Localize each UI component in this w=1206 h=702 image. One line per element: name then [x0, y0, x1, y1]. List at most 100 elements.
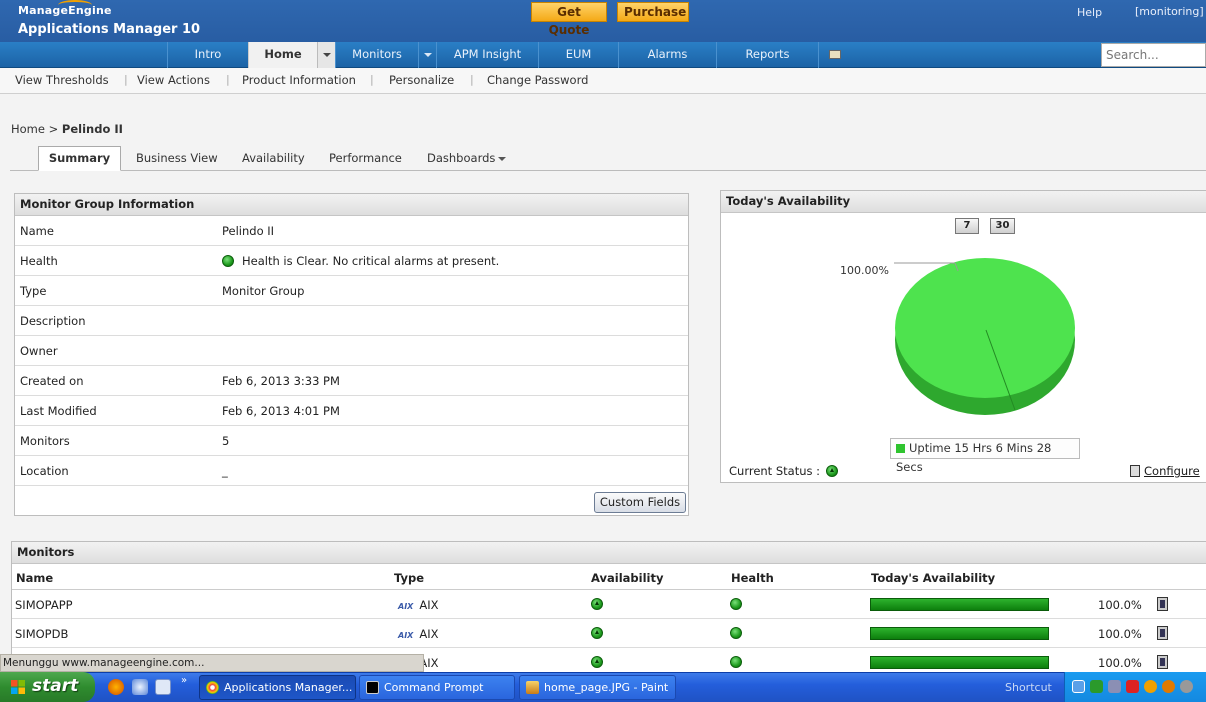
report-icon [1130, 465, 1140, 477]
main-nav: Intro Home Monitors APM Insight EUM Alar… [0, 42, 1206, 68]
view-thresholds-link[interactable]: View Thresholds [15, 73, 109, 87]
nav-eum[interactable]: EUM [538, 42, 618, 68]
task-applications-manager[interactable]: Applications Manager... [199, 675, 356, 700]
tab-performance[interactable]: Performance [329, 151, 402, 165]
info-row-location: Location _ [15, 456, 688, 486]
tab-dashboards[interactable]: Dashboards [427, 151, 507, 165]
windows-logo-icon [11, 680, 25, 694]
app-tray-icon[interactable] [1162, 680, 1175, 693]
product-information-link[interactable]: Product Information [242, 73, 356, 87]
col-header-name[interactable]: Name [16, 571, 53, 585]
purchase-button[interactable]: Purchase [617, 2, 689, 22]
monitor-name-link[interactable]: SIMOPDB [15, 627, 68, 641]
col-header-health[interactable]: Health [731, 571, 774, 585]
info-row-last-modified: Last Modified Feb 6, 2013 4:01 PM [15, 396, 688, 426]
browser-status-bar: Menunggu www.manageengine.com... [0, 654, 424, 672]
tools-icon [828, 50, 841, 59]
custom-fields-button[interactable]: Custom Fields [594, 492, 686, 513]
health-clear-icon[interactable] [730, 627, 742, 639]
monitor-type: AIX AIX [398, 598, 438, 612]
health-clear-icon [222, 255, 234, 267]
personalize-link[interactable]: Personalize [389, 73, 454, 87]
info-value: Feb 6, 2013 4:01 PM [222, 404, 340, 418]
product-name: Applications Manager 10 [18, 22, 201, 37]
quicklaunch-more-icon[interactable]: » [181, 675, 187, 686]
nav-monitors-dropdown[interactable] [418, 42, 436, 68]
info-row-monitors: Monitors 5 [15, 426, 688, 456]
update-icon[interactable] [1144, 680, 1157, 693]
report-icon[interactable] [1157, 597, 1168, 611]
task-label: Command Prompt [384, 681, 484, 694]
report-icon[interactable] [1157, 626, 1168, 640]
tab-summary[interactable]: Summary [38, 146, 121, 171]
tab-business-view[interactable]: Business View [136, 151, 218, 165]
col-header-type[interactable]: Type [394, 571, 424, 585]
help-link[interactable]: Help [1077, 6, 1102, 19]
configure-label: Configure [1144, 464, 1200, 478]
toolbar-shortcut-label[interactable]: Shortcut [1005, 681, 1052, 694]
antivirus-icon[interactable] [1126, 680, 1139, 693]
info-row-health: Health Health is Clear. No critical alar… [15, 246, 688, 276]
get-quote-button[interactable]: Get Quote [531, 2, 607, 37]
user-menu[interactable]: [monitoring] [1135, 5, 1204, 18]
nav-reports[interactable]: Reports [716, 42, 818, 68]
firefox-icon[interactable] [108, 679, 124, 695]
availability-percent: 100.0% [1098, 598, 1142, 612]
browser-icon[interactable] [132, 679, 148, 695]
network-icon[interactable] [1072, 680, 1085, 693]
monitor-name-link[interactable]: SIMOPAPP [15, 598, 73, 612]
shield-icon[interactable] [1090, 680, 1103, 693]
info-row-name: Name Pelindo II [15, 216, 688, 246]
task-command-prompt[interactable]: Command Prompt [359, 675, 515, 700]
period-30-days-button[interactable]: 30 [990, 218, 1015, 234]
display-icon[interactable] [1108, 680, 1121, 693]
availability-up-icon[interactable] [591, 627, 603, 639]
nav-monitors[interactable]: Monitors [335, 42, 418, 68]
health-clear-icon[interactable] [730, 656, 742, 668]
separator: | [470, 73, 474, 86]
nav-more[interactable] [818, 42, 850, 68]
paint-icon [526, 681, 539, 694]
task-paint[interactable]: home_page.JPG - Paint [519, 675, 676, 700]
info-key: Owner [20, 344, 58, 358]
breadcrumb-current: Pelindo II [61, 122, 123, 136]
nav-home-dropdown[interactable] [317, 42, 335, 68]
view-actions-link[interactable]: View Actions [137, 73, 210, 87]
info-key: Last Modified [20, 404, 97, 418]
breadcrumb-home[interactable]: Home > [11, 122, 58, 136]
tab-dashboards-label: Dashboards [427, 151, 496, 165]
availability-up-icon[interactable] [591, 598, 603, 610]
aix-icon: AIX [398, 602, 414, 611]
period-7-days-button[interactable]: 7 [955, 218, 979, 234]
col-header-availability[interactable]: Availability [591, 571, 663, 585]
current-status-label: Current Status : [729, 464, 821, 478]
info-row-type: Type Monitor Group [15, 276, 688, 306]
tab-availability[interactable]: Availability [242, 151, 305, 165]
desktop-icon[interactable] [155, 679, 171, 695]
pie-top [895, 258, 1075, 398]
panel-title: Today's Availability [721, 191, 1206, 213]
info-value: 5 [222, 434, 230, 448]
configure-link[interactable]: Configure [1130, 464, 1200, 478]
brand-logo[interactable]: ManageEngine [18, 0, 112, 17]
info-key: Monitors [20, 434, 70, 448]
info-key: Created on [20, 374, 84, 388]
availability-bar [870, 656, 1049, 669]
health-clear-icon[interactable] [730, 598, 742, 610]
change-password-link[interactable]: Change Password [487, 73, 588, 87]
nav-home[interactable]: Home [248, 42, 317, 68]
nav-apm-insight[interactable]: APM Insight [436, 42, 538, 68]
info-value: Monitor Group [222, 284, 305, 298]
availability-up-icon[interactable] [591, 656, 603, 668]
search-input[interactable]: Search... [1101, 43, 1206, 67]
nav-alarms[interactable]: Alarms [618, 42, 716, 68]
nav-intro[interactable]: Intro [167, 42, 248, 68]
monitor-type: AIX AIX [398, 627, 438, 641]
info-key: Health [20, 254, 58, 268]
info-key: Type [20, 284, 47, 298]
info-row-description: Description [15, 306, 688, 336]
volume-icon[interactable] [1180, 680, 1193, 693]
report-icon[interactable] [1157, 655, 1168, 669]
availability-bar [870, 627, 1049, 640]
health-text: Health is Clear. No critical alarms at p… [242, 254, 500, 268]
